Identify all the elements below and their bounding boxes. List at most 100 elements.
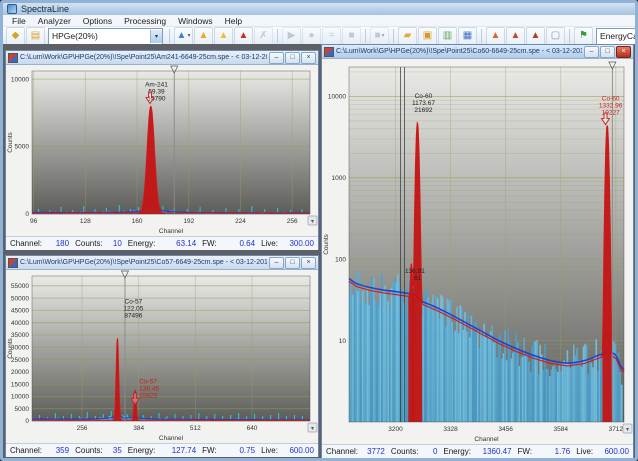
status-label: Energy:	[128, 238, 156, 249]
spectrum-chart-co57[interactable]: 0500010000150002000025000300003500040000…	[6, 270, 318, 443]
window-titlebar[interactable]: C:\Lum\Work\GP\HPGe(20%)\!Spe\Point25\Am…	[6, 51, 318, 65]
svg-text:10000: 10000	[11, 394, 29, 401]
svg-text:10000: 10000	[11, 76, 29, 83]
close-button[interactable]: ×	[301, 257, 316, 269]
menu-help[interactable]: Help	[219, 16, 248, 26]
detector-select[interactable]: HPGe(20%)▾	[48, 28, 163, 45]
status-value: 600.00	[604, 446, 628, 457]
maximize-button[interactable]: □	[285, 52, 300, 64]
svg-text:256: 256	[77, 425, 88, 432]
svg-text:3584: 3584	[554, 426, 569, 433]
report-button[interactable]: ▥	[438, 27, 457, 45]
status-value: 1.76	[555, 446, 571, 457]
svg-text:128: 128	[80, 218, 91, 225]
status-label: Live:	[261, 445, 278, 456]
app-icon	[7, 4, 17, 14]
export-icon: ▦	[463, 31, 472, 41]
status-label: Channel:	[326, 446, 358, 457]
app-title: SpectraLine	[21, 4, 69, 14]
window-title: C:\Lum\Work\GP\HPGe(20%)\!Spe\Point25\Co…	[20, 258, 267, 267]
status-label: Energy:	[443, 446, 471, 457]
svg-text:0: 0	[25, 418, 29, 425]
roi-edit-icon: ▲	[511, 31, 521, 41]
acquire-stop-all-button[interactable]: ■▾	[370, 27, 389, 45]
peak-annotation: 1332.96	[599, 103, 623, 110]
status-item-fw: FW:0.64	[199, 238, 258, 249]
export-button[interactable]: ▦	[458, 27, 477, 45]
status-label: Channel:	[10, 445, 42, 456]
calibration-select[interactable]: EnergyCalibration▾	[596, 28, 638, 45]
minimize-button[interactable]: –	[269, 257, 284, 269]
report-icon: ▥	[443, 31, 452, 41]
menu-windows[interactable]: Windows	[172, 16, 218, 26]
menu-options[interactable]: Options	[77, 16, 118, 26]
roi-add-button[interactable]: ▲	[486, 27, 505, 45]
spectrum-list-button[interactable]: ◆	[6, 27, 25, 45]
menu-analyzer[interactable]: Analyzer	[32, 16, 77, 26]
status-item-live: Live:600.00	[258, 445, 317, 456]
status-label: Counts:	[75, 238, 103, 249]
svg-text:192: 192	[183, 218, 194, 225]
svg-text:160: 160	[132, 218, 143, 225]
peak-annotation: Co-57	[125, 299, 143, 306]
peak-mark-icon: ▲	[219, 31, 229, 41]
window-title: C:\Lum\Work\GP\HPGe(20%)\!Spe\Point25\Co…	[336, 47, 582, 56]
status-value: 180	[56, 238, 69, 249]
svg-text:10000: 10000	[328, 94, 346, 101]
minimize-button[interactable]: –	[269, 52, 284, 64]
detector-table-button[interactable]: ▤	[26, 27, 45, 45]
peak-mark-button[interactable]: ▲	[214, 27, 233, 45]
chevron-down-icon[interactable]: ▾	[150, 30, 162, 43]
status-value: 1360.47	[483, 446, 512, 457]
menu-processing[interactable]: Processing	[118, 16, 172, 26]
acquire-stop-button[interactable]: ■	[342, 27, 361, 45]
status-value: 0	[433, 446, 437, 457]
maximize-button[interactable]: □	[285, 257, 300, 269]
peak-annotation: 61	[414, 275, 422, 282]
svg-text:0: 0	[25, 211, 29, 218]
status-label: Counts:	[391, 446, 419, 457]
svg-text:256: 256	[287, 218, 298, 225]
peak-annotation: Co-60	[415, 93, 433, 100]
peak-identify-button[interactable]: ▲	[194, 27, 213, 45]
roi-edit-button[interactable]: ▲	[506, 27, 525, 45]
menu-file[interactable]: File	[6, 16, 32, 26]
spectrum-chart-am241[interactable]: 050001000096128160192224256ChannelCounts…	[6, 65, 318, 236]
monitor-button[interactable]: ▢	[546, 27, 565, 45]
acquire-start-icon: ▶	[288, 31, 296, 41]
roi-delete-button[interactable]: ▲	[526, 27, 545, 45]
calibration-icon: ⚑	[579, 31, 588, 41]
window-titlebar[interactable]: C:\Lum\Work\GP\HPGe(20%)\!Spe\Point25\Co…	[6, 256, 318, 270]
chevron-down-icon: ▾	[311, 426, 314, 432]
mdi-workspace: C:\Lum\Work\GP\HPGe(20%)\!Spe\Point25\Am…	[3, 44, 635, 458]
close-button[interactable]: ×	[616, 46, 631, 58]
spectrum-file-icon	[324, 47, 334, 57]
status-value: 300.00	[289, 238, 313, 249]
spectrum-window-co60: C:\Lum\Work\GP\HPGe(20%)\!Spe\Point25\Co…	[321, 44, 634, 458]
maximize-button[interactable]: □	[600, 46, 615, 58]
peak-fit-icon: ▲	[239, 31, 249, 41]
acquire-record-button[interactable]: ●	[302, 27, 321, 45]
app-titlebar[interactable]: SpectraLine	[3, 3, 635, 15]
peak-annotation: 87496	[124, 313, 142, 320]
acquire-pause-button[interactable]: =	[322, 27, 341, 45]
open-spectrum-button[interactable]: ▰	[398, 27, 417, 45]
peak-search-button[interactable]: ▲▾	[174, 27, 193, 45]
status-bar: Channel:180Counts:10Energy:63.14FW:0.64L…	[6, 236, 318, 250]
close-button[interactable]: ×	[301, 52, 316, 64]
acquire-start-button[interactable]: ▶	[282, 27, 301, 45]
spectrum-chart-co60[interactable]: 1010010001000032003328345635843712Channe…	[322, 59, 633, 444]
peak-fit-button[interactable]: ▲	[234, 27, 253, 45]
minimize-button[interactable]: –	[584, 46, 599, 58]
calibration-button[interactable]: ⚑	[574, 27, 593, 45]
status-item-counts: Counts:10	[72, 238, 125, 249]
save-spectrum-button[interactable]: ▣	[418, 27, 437, 45]
window-buttons: –□×	[584, 46, 631, 58]
status-label: Channel:	[10, 238, 42, 249]
window-titlebar[interactable]: C:\Lum\Work\GP\HPGe(20%)\!Spe\Point25\Co…	[322, 45, 633, 59]
peak-clear-button[interactable]: ✗	[254, 27, 273, 45]
status-label: Energy:	[128, 445, 156, 456]
status-label: FW:	[202, 445, 217, 456]
roi-add-icon: ▲	[491, 31, 501, 41]
status-value: 35	[113, 445, 122, 456]
